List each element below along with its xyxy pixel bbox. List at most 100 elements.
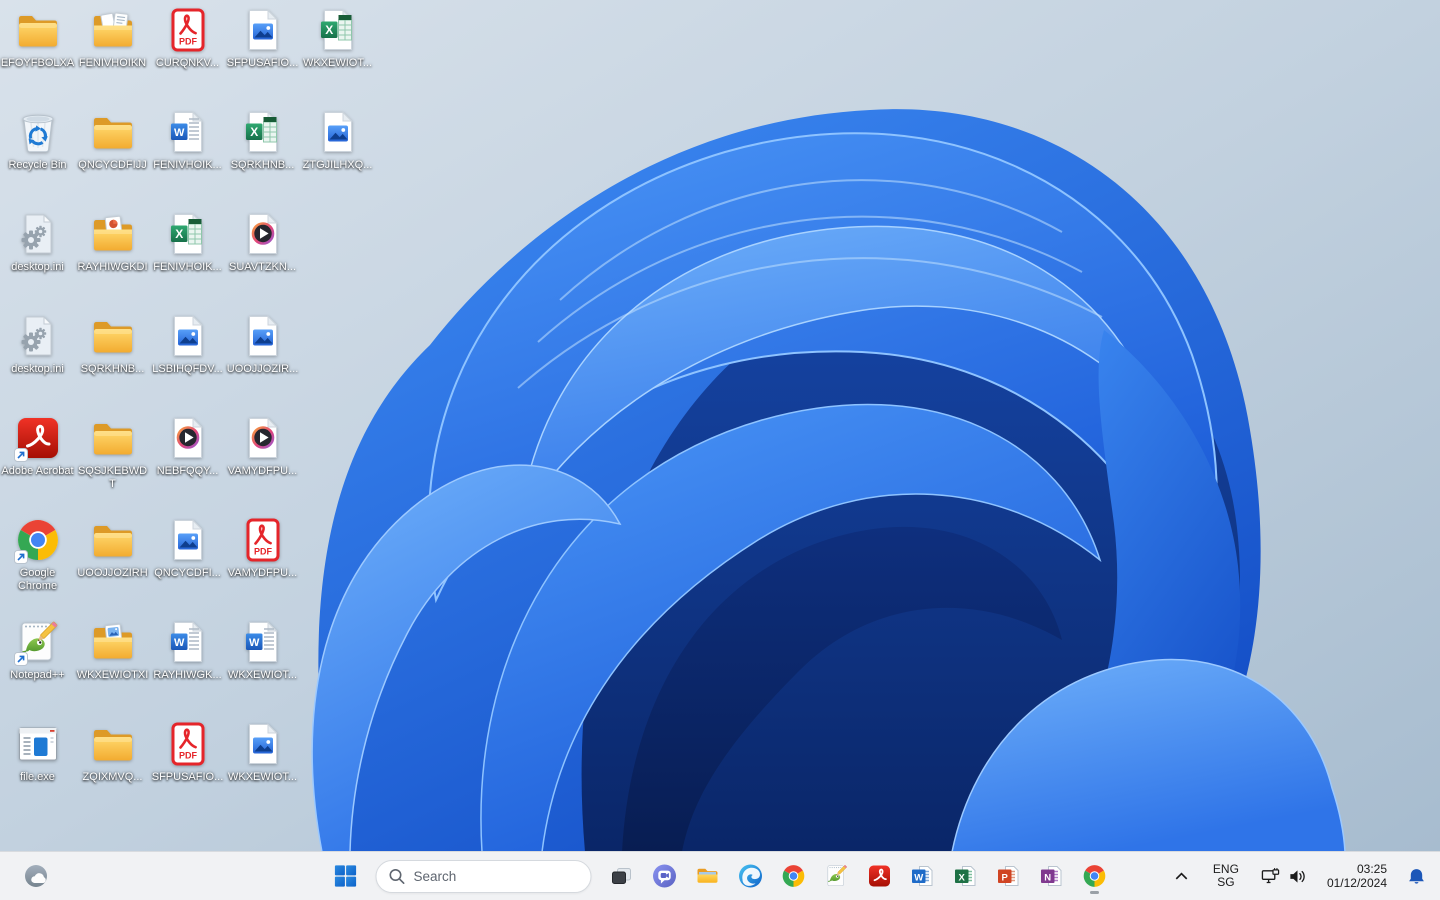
desktop-icon-sqrkhnb[interactable]: X SQRKHNB... xyxy=(225,108,300,172)
desktop-icon-sqsjkebwdt[interactable]: SQSJKEBWDT xyxy=(75,414,150,491)
taskbar-onenote-button[interactable]: N xyxy=(1032,856,1072,896)
desktop-icon-label: WKXEWIOTXI xyxy=(76,669,149,681)
desktop-icon-sqrkhnb[interactable]: SQRKHNB... xyxy=(75,312,150,376)
svg-text:X: X xyxy=(250,125,258,139)
desktop-icon-fenivhoik[interactable]: X FENIVHOIK... xyxy=(150,210,225,274)
image-icon xyxy=(239,720,287,768)
desktop-icon-fenivhoikn[interactable]: FENIVHOIKN xyxy=(75,6,150,70)
folder-icon xyxy=(89,312,137,360)
onenote-icon: N xyxy=(1041,866,1062,886)
desktop-icon-wkxewiot[interactable]: X WKXEWIOT... xyxy=(300,6,375,70)
taskbar: W X P N ENG SG xyxy=(0,851,1440,900)
widgets-button[interactable] xyxy=(16,856,56,896)
speaker-icon xyxy=(1290,869,1305,883)
taskbar-excel-button[interactable]: X xyxy=(946,856,986,896)
word-icon: W xyxy=(164,108,212,156)
desktop-icon-label: QNCYCDFIJJ xyxy=(78,159,147,171)
shortcut-arrow-icon xyxy=(13,448,28,462)
desktop-surface[interactable]: EFOYFBOLXA FENIVHOIKN PDF CURQNKV... SFPUSAF… xyxy=(0,0,1440,852)
desktop-icon-wkxewiot[interactable]: WKXEWIOT... xyxy=(225,720,300,784)
desktop-icon-label: SFPUSAFIO... xyxy=(151,771,224,783)
excel-icon: X xyxy=(314,6,362,54)
media-icon xyxy=(239,210,287,258)
desktop-icon-file-exe[interactable]: file.exe xyxy=(0,720,75,784)
desktop-icon-uoojjozir[interactable]: UOOJJOZIR... xyxy=(225,312,300,376)
taskbar-task-view-button[interactable] xyxy=(602,856,642,896)
desktop-icon-recycle-bin[interactable]: Recycle Bin xyxy=(0,108,75,172)
chrome-app-icon xyxy=(13,516,62,564)
desktop-icon-label: Google Chrome xyxy=(17,567,58,592)
image-icon xyxy=(239,312,287,360)
desktop-icon-rayhiwgk[interactable]: W RAYHIWGK... xyxy=(150,618,225,682)
recycle-bin-icon xyxy=(14,108,62,156)
clock-button[interactable]: 03:25 01/12/2024 xyxy=(1315,855,1399,897)
taskbar-word-button[interactable]: W xyxy=(903,856,943,896)
desktop-icon-ztgjilhxq[interactable]: ZTGJILHXQ... xyxy=(300,108,375,172)
network-volume-button[interactable] xyxy=(1255,863,1313,890)
svg-text:PDF: PDF xyxy=(254,547,273,557)
edge-icon xyxy=(739,864,762,888)
desktop-icon-label: ZQIXMVQ... xyxy=(82,771,143,783)
desktop-icon-label: desktop.ini xyxy=(11,363,64,375)
desktop-icon-sfpusafio[interactable]: PDF SFPUSAFIO... xyxy=(150,720,225,784)
taskbar-edge-button[interactable] xyxy=(731,856,771,896)
word-icon: W xyxy=(239,618,287,666)
start-button[interactable] xyxy=(326,856,366,896)
desktop-icon-efoyfbolxa[interactable]: EFOYFBOLXA xyxy=(0,6,75,70)
desktop-icon-nebfqqy[interactable]: NEBFQQY... xyxy=(150,414,225,478)
svg-text:W: W xyxy=(174,127,185,139)
desktop-icon-lsbihqfdv[interactable]: LSBIHQFDV... xyxy=(150,312,225,376)
taskbar-chat-button[interactable] xyxy=(645,856,685,896)
folder-icon xyxy=(89,108,137,156)
notifications-button[interactable] xyxy=(1401,863,1432,890)
chrome-icon xyxy=(782,865,805,887)
folder-docs-icon xyxy=(89,6,137,54)
taskbar-chrome-running-button[interactable] xyxy=(1075,856,1115,896)
taskbar-powerpoint-button[interactable]: P xyxy=(989,856,1029,896)
tray-time: 03:25 xyxy=(1356,862,1387,876)
desktop-icon-wkxewiotxi[interactable]: WKXEWIOTXI xyxy=(75,618,150,682)
windows-start-icon xyxy=(334,865,357,887)
desktop-icon-adobe-acrobat[interactable]: Adobe Acrobat xyxy=(0,414,75,478)
desktop-icon-qncycdfijj[interactable]: QNCYCDFIJJ xyxy=(75,108,150,172)
desktop-icon-curqnkv[interactable]: PDF CURQNKV... xyxy=(150,6,225,70)
desktop-icon-label: Adobe Acrobat xyxy=(1,465,74,477)
taskbar-notepad-plus-plus-button[interactable] xyxy=(817,856,857,896)
desktop-icon-vamydfpu[interactable]: VAMYDFPU... xyxy=(225,414,300,478)
desktop-icon-vamydfpu[interactable]: PDF VAMYDFPU... xyxy=(225,516,300,580)
desktop-icon-label: FENIVHOIKN xyxy=(78,57,147,69)
file-explorer-icon xyxy=(697,868,718,883)
svg-text:PDF: PDF xyxy=(179,37,198,47)
chevron-up-icon xyxy=(1175,872,1188,879)
desktop-icon-wkxewiot[interactable]: W WKXEWIOT... xyxy=(225,618,300,682)
desktop-icon-desktop-ini[interactable]: desktop.ini xyxy=(0,312,75,376)
language-switcher[interactable]: ENG SG xyxy=(1199,856,1253,896)
desktop-icon-qncycdfi[interactable]: QNCYCDFI... xyxy=(150,516,225,580)
language-region: SG xyxy=(1217,875,1235,889)
desktop-icon-suavtzkn[interactable]: SUAVTZKN... xyxy=(225,210,300,274)
desktop-icon-desktop-ini[interactable]: desktop.ini xyxy=(0,210,75,274)
svg-text:X: X xyxy=(175,227,183,241)
hidden-icons-button[interactable] xyxy=(1166,863,1197,890)
desktop-icon-label: FENIVHOIK... xyxy=(153,159,222,171)
desktop-icon-label: VAMYDFPU... xyxy=(227,567,298,579)
taskbar-file-explorer-button[interactable] xyxy=(688,856,728,896)
desktop-icon-rayhiwgkdi[interactable]: RAYHIWGKDI xyxy=(75,210,150,274)
media-icon xyxy=(164,414,212,462)
desktop-icon-sfpusafio[interactable]: SFPUSAFIO... xyxy=(225,6,300,70)
desktop-icon-uoojjozirh[interactable]: UOOJJOZIRH xyxy=(75,516,150,580)
desktop-icon-fenivhoik[interactable]: W FENIVHOIK... xyxy=(150,108,225,172)
bell-icon xyxy=(1409,868,1424,884)
desktop-icon-google-chrome[interactable]: Google Chrome xyxy=(0,516,75,593)
taskbar-chrome-button[interactable] xyxy=(774,856,814,896)
excel-icon: X xyxy=(955,866,976,886)
excel-icon: X xyxy=(164,210,212,258)
excel-icon: X xyxy=(239,108,287,156)
shortcut-arrow-icon xyxy=(13,652,28,666)
search-input[interactable] xyxy=(375,859,592,893)
desktop-icon-label: UOOJJOZIRH xyxy=(77,567,148,579)
desktop-icon-zqixmvq[interactable]: ZQIXMVQ... xyxy=(75,720,150,784)
desktop-icon-label: SQRKHNB... xyxy=(230,159,295,171)
taskbar-acrobat-button[interactable] xyxy=(860,856,900,896)
desktop-icon-notepad[interactable]: Notepad++ xyxy=(0,618,75,682)
